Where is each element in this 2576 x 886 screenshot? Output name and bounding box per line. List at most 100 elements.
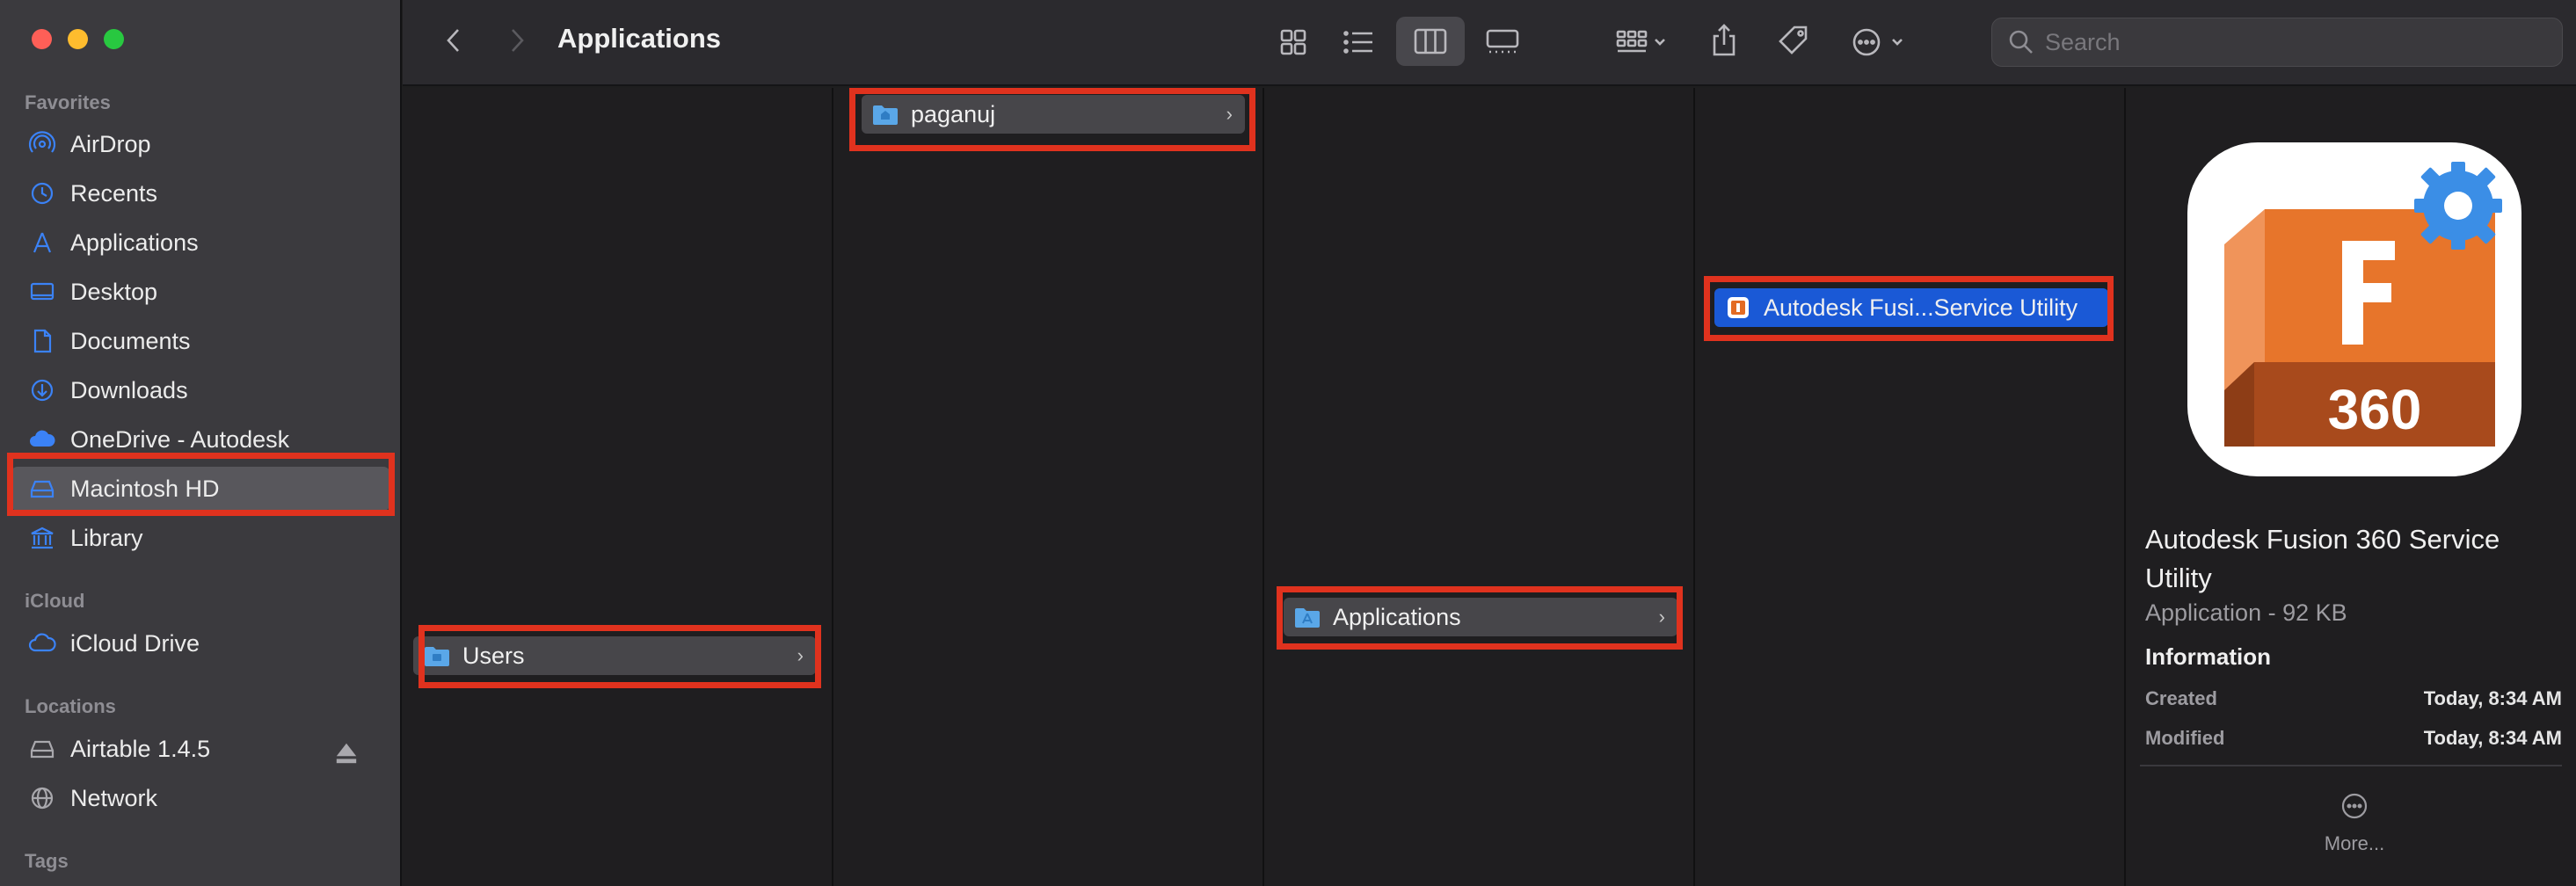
app-icon: 360 bbox=[2187, 142, 2521, 476]
share-button[interactable] bbox=[1702, 18, 1746, 63]
list-view-button[interactable] bbox=[1331, 21, 1386, 63]
clock-icon bbox=[31, 182, 54, 205]
search-input[interactable] bbox=[2045, 28, 2555, 56]
gallery-icon bbox=[1486, 29, 1519, 54]
created-label: Created bbox=[2145, 687, 2217, 709]
back-button[interactable] bbox=[436, 21, 471, 60]
search-field[interactable] bbox=[1991, 18, 2563, 67]
search-icon bbox=[2009, 30, 2033, 54]
action-menu-button[interactable] bbox=[1843, 21, 1917, 63]
sidebar-item-label: Library bbox=[70, 524, 143, 551]
svg-text:360: 360 bbox=[2328, 378, 2422, 441]
folder-row-applications[interactable]: Applications › bbox=[1284, 598, 1677, 636]
sidebar-section-icloud: iCloud bbox=[25, 590, 85, 612]
sidebar-item-documents[interactable]: Documents bbox=[11, 319, 390, 363]
chevron-right-icon bbox=[512, 29, 524, 52]
fusion-360-icon: 360 bbox=[2224, 162, 2502, 447]
column-view-button[interactable] bbox=[1396, 17, 1465, 66]
chevron-right-icon: › bbox=[1658, 606, 1665, 628]
columns-icon bbox=[1414, 28, 1447, 54]
finder-window: Favorites AirDrop Recents Applications D… bbox=[0, 0, 2576, 886]
toolbar: Applications bbox=[403, 0, 2576, 86]
sidebar-item-label: Documents bbox=[70, 327, 191, 354]
tags-button[interactable] bbox=[1771, 18, 1816, 63]
folder-icon bbox=[425, 647, 449, 666]
sidebar-item-onedrive[interactable]: OneDrive - Autodesk bbox=[11, 418, 390, 461]
forward-button[interactable] bbox=[499, 21, 535, 60]
applications-folder-icon bbox=[1295, 608, 1320, 628]
sidebar-item-label: Airtable 1.4.5 bbox=[70, 735, 211, 762]
window-controls bbox=[32, 29, 124, 49]
column-4: Autodesk Fusi...Service Utility bbox=[1695, 88, 2126, 886]
applications-icon bbox=[33, 232, 52, 253]
created-row: Created Today, 8:34 AM bbox=[2145, 687, 2562, 710]
airdrop-icon bbox=[28, 131, 56, 153]
share-icon bbox=[1713, 24, 1736, 56]
folder-row-users[interactable]: Users › bbox=[413, 636, 816, 675]
cloud-icon bbox=[30, 430, 55, 447]
close-window-button[interactable] bbox=[32, 29, 52, 49]
column-1: Users › bbox=[403, 88, 833, 886]
home-folder-icon bbox=[873, 105, 898, 125]
sidebar-item-desktop[interactable]: Desktop bbox=[11, 270, 390, 314]
document-icon bbox=[33, 329, 52, 353]
grid-icon bbox=[1280, 29, 1306, 55]
sidebar-item-label: Downloads bbox=[70, 376, 188, 403]
chevron-right-icon: › bbox=[797, 644, 804, 666]
gallery-view-button[interactable] bbox=[1475, 21, 1530, 63]
sidebar-item-label: Network bbox=[70, 784, 158, 811]
sidebar-item-macintosh-hd[interactable]: Macintosh HD bbox=[11, 467, 390, 511]
group-icon bbox=[1616, 30, 1665, 53]
sidebar-section-locations: Locations bbox=[25, 695, 116, 717]
created-value: Today, 8:34 AM bbox=[2423, 687, 2562, 709]
more-options-icon bbox=[1852, 28, 1903, 56]
column-3: Applications › bbox=[1264, 88, 1695, 886]
ellipsis-circle-icon bbox=[2341, 793, 2368, 819]
column-2: paganuj › bbox=[833, 88, 1264, 886]
modified-row: Modified Today, 8:34 AM bbox=[2145, 727, 2562, 750]
sidebar-section-favorites: Favorites bbox=[25, 91, 111, 113]
folder-label: paganuj bbox=[911, 100, 996, 127]
chevron-right-icon: › bbox=[1226, 103, 1233, 125]
disk-icon bbox=[30, 480, 55, 498]
modified-label: Modified bbox=[2145, 727, 2225, 749]
eject-icon[interactable] bbox=[332, 739, 360, 767]
sidebar-item-downloads[interactable]: Downloads bbox=[11, 368, 390, 412]
sidebar: Favorites AirDrop Recents Applications D… bbox=[0, 0, 402, 886]
sidebar-item-airdrop[interactable]: AirDrop bbox=[11, 122, 390, 166]
more-button[interactable]: More... bbox=[2126, 791, 2576, 855]
preview-pane: 360 Autodesk Fusion 360 Service Utility … bbox=[2126, 88, 2576, 886]
modified-value: Today, 8:34 AM bbox=[2423, 727, 2562, 749]
zoom-window-button[interactable] bbox=[104, 29, 124, 49]
download-icon bbox=[31, 379, 54, 402]
sidebar-item-icloud-drive[interactable]: iCloud Drive bbox=[11, 621, 390, 665]
sidebar-section-tags: Tags bbox=[25, 850, 69, 872]
app-icon bbox=[1728, 297, 1749, 318]
sidebar-item-label: Applications bbox=[70, 229, 199, 256]
minimize-window-button[interactable] bbox=[68, 29, 88, 49]
sidebar-item-applications[interactable]: Applications bbox=[11, 221, 390, 265]
disk-icon bbox=[30, 740, 55, 759]
sidebar-item-airtable[interactable]: Airtable 1.4.5 bbox=[11, 727, 390, 771]
group-by-button[interactable] bbox=[1607, 21, 1677, 63]
divider bbox=[2140, 765, 2562, 766]
folder-row-paganuj[interactable]: paganuj › bbox=[862, 95, 1245, 134]
folder-label: Users bbox=[462, 642, 525, 669]
sidebar-item-recents[interactable]: Recents bbox=[11, 171, 390, 215]
file-row-autodesk-utility[interactable]: Autodesk Fusi...Service Utility bbox=[1714, 288, 2108, 327]
information-heading: Information bbox=[2145, 643, 2271, 670]
sidebar-item-label: Recents bbox=[70, 179, 158, 207]
file-label: Autodesk Fusi...Service Utility bbox=[1764, 294, 2078, 321]
library-icon bbox=[31, 527, 54, 549]
preview-subtitle: Application - 92 KB bbox=[2145, 599, 2347, 626]
icon-view-button[interactable] bbox=[1266, 21, 1321, 63]
sidebar-item-label: Desktop bbox=[70, 278, 158, 305]
preview-title: Autodesk Fusion 360 Service Utility bbox=[2145, 524, 2500, 593]
network-icon bbox=[31, 787, 54, 810]
sidebar-item-network[interactable]: Network bbox=[11, 776, 390, 820]
sidebar-item-label: Macintosh HD bbox=[70, 475, 220, 502]
sidebar-item-library[interactable]: Library bbox=[11, 516, 390, 560]
window-title: Applications bbox=[557, 23, 722, 54]
sidebar-item-label: OneDrive - Autodesk bbox=[70, 425, 290, 453]
tag-icon bbox=[1779, 25, 1808, 54]
